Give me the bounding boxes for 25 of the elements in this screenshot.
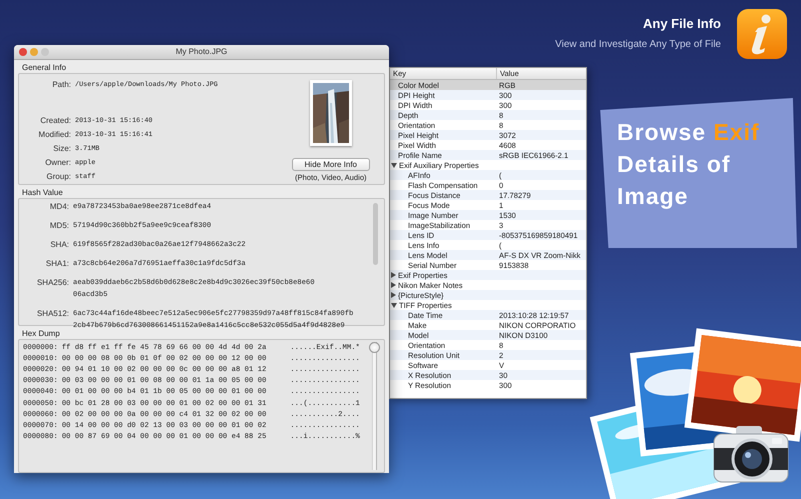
- hash-label: SHA1:: [44, 258, 69, 270]
- field-label: Path:: [51, 78, 71, 91]
- app-name: Any File Info: [643, 16, 721, 31]
- hash-label: MD4:: [48, 200, 69, 213]
- hash-label: SHA256:: [36, 276, 69, 289]
- section-title: Hex Dump: [22, 328, 60, 338]
- field-label: Modified:: [38, 128, 71, 141]
- close-button[interactable]: [19, 48, 27, 56]
- field-label: Size:: [52, 142, 71, 155]
- callout-text: Browse Exif Details of Image: [617, 118, 761, 211]
- info-icon: [736, 8, 788, 60]
- field-label: Owner:: [44, 156, 71, 169]
- hash-label: SHA512:: [36, 308, 69, 320]
- scroll-knob[interactable]: [369, 342, 380, 353]
- scrollbar[interactable]: [373, 202, 378, 265]
- hash-label: MD5:: [48, 220, 69, 232]
- section-title: General Info: [22, 62, 66, 72]
- window-title: My Photo.JPG: [176, 47, 228, 56]
- scrollbar[interactable]: [369, 342, 380, 470]
- hide-more-info-button[interactable]: Hide More Info: [292, 158, 370, 171]
- field-label: Group:: [46, 170, 71, 183]
- tagline: View and Investigate Any Type of File: [555, 39, 721, 50]
- hash-label: SHA:: [49, 238, 69, 251]
- section-title: Hash Value: [22, 188, 63, 197]
- field-label: Created:: [39, 114, 71, 127]
